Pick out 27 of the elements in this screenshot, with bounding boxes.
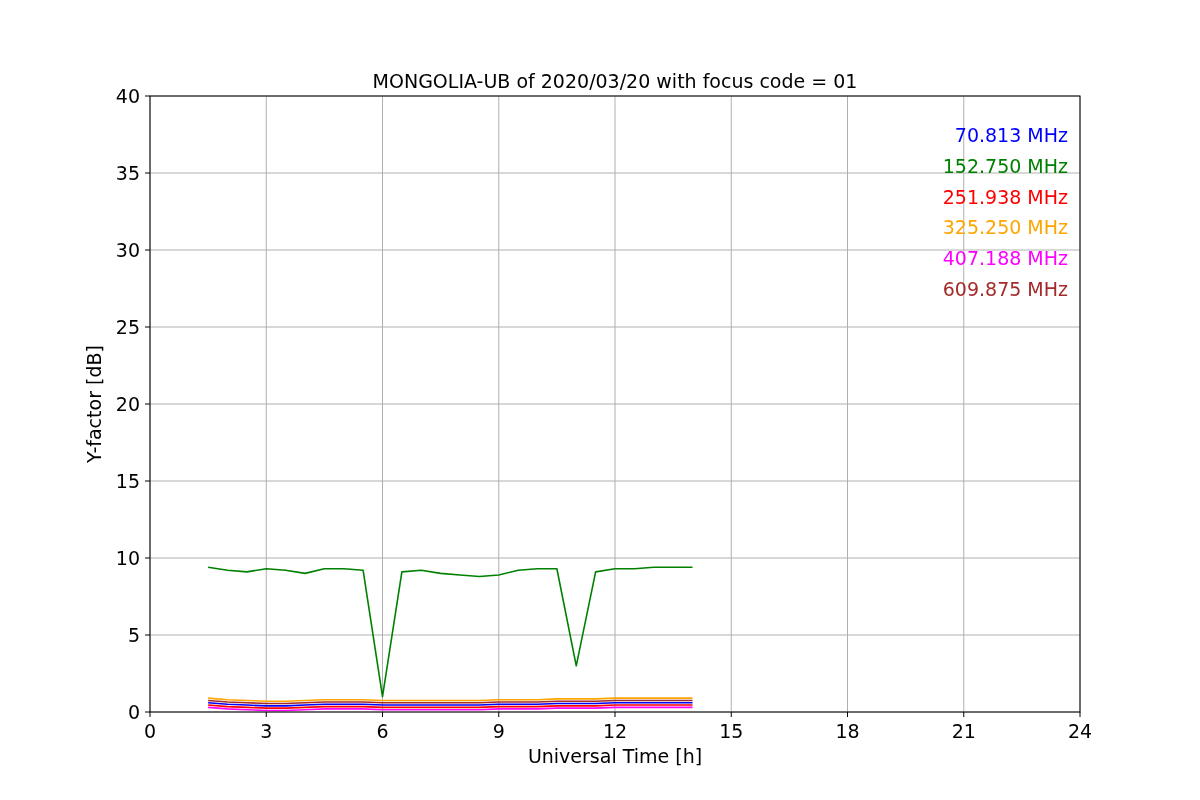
x-tick-label: 15 <box>719 720 744 742</box>
y-axis-title: Y-factor [dB] <box>83 345 105 463</box>
x-tick-label: 0 <box>143 720 157 742</box>
y-tick-label: 25 <box>115 316 140 338</box>
y-tick-label: 10 <box>115 547 140 569</box>
x-tick-label: 9 <box>492 720 505 742</box>
y-tick-label: 40 <box>115 85 140 107</box>
legend-label: 325.250 MHz <box>942 216 1068 239</box>
legend-label: 152.750 MHz <box>942 154 1068 177</box>
x-tick-label: 24 <box>1067 720 1093 742</box>
legend-label: 70.813 MHz <box>954 124 1068 146</box>
legend-label: 609.875 MHz <box>942 278 1068 300</box>
chart-title: MONGOLIA-UB of 2020/03/20 with focus code = 01 <box>372 70 858 92</box>
y-tick-label: 30 <box>115 239 140 261</box>
y-tick-label: 15 <box>115 470 140 492</box>
legend-label: 251.938 MHz <box>942 185 1068 208</box>
y-tick-label: 35 <box>115 162 140 184</box>
y-tick-label: 20 <box>115 393 140 415</box>
x-axis-title: Universal Time [h] <box>527 745 703 767</box>
x-tick-label: 21 <box>951 720 976 742</box>
x-tick-label: 6 <box>376 720 389 742</box>
x-tick-label: 12 <box>602 720 628 742</box>
y-tick-label: 5 <box>127 624 140 646</box>
x-tick-label: 3 <box>260 720 273 742</box>
x-tick-label: 18 <box>835 720 860 742</box>
y-tick-label: 0 <box>127 701 140 723</box>
legend-label: 407.188 MHz <box>942 247 1068 270</box>
